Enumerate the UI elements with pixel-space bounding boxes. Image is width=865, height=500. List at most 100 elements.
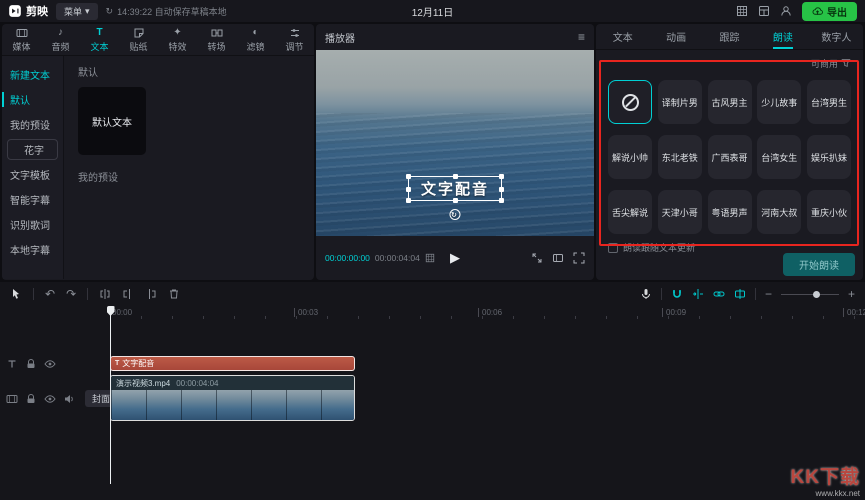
auto-snap-icon[interactable] bbox=[692, 288, 704, 300]
tab-sticker[interactable]: 贴纸 bbox=[119, 24, 158, 55]
preview-axis-icon[interactable] bbox=[734, 288, 746, 300]
undo-icon[interactable]: ↶ bbox=[45, 288, 55, 300]
tab-audio[interactable]: ♪ 音频 bbox=[41, 24, 80, 55]
mute-icon[interactable] bbox=[63, 393, 75, 405]
grid-layout-icon[interactable] bbox=[736, 5, 748, 17]
sidebar-item-local-subtitles[interactable]: 本地字幕 bbox=[2, 237, 63, 262]
sidebar-item-text-templates[interactable]: 文字模板 bbox=[2, 162, 63, 187]
select-cursor-icon[interactable] bbox=[10, 288, 22, 300]
playhead[interactable] bbox=[110, 306, 111, 484]
user-icon[interactable] bbox=[780, 5, 792, 17]
fullscreen-icon[interactable] bbox=[573, 252, 585, 264]
tab-transition[interactable]: 转场 bbox=[197, 24, 236, 55]
trim-right-icon[interactable] bbox=[145, 288, 157, 300]
voice-tile-none[interactable] bbox=[608, 80, 652, 124]
selection-handle[interactable] bbox=[499, 174, 505, 179]
linkage-icon[interactable] bbox=[713, 288, 725, 300]
commercial-filter[interactable]: 可商用 bbox=[596, 54, 863, 72]
track-area: T 文字配音 封面 演示视频3.mp4 00:00:04:04 bbox=[0, 322, 865, 500]
rotate-handle-icon[interactable]: ↻ bbox=[449, 209, 461, 220]
voice-tile[interactable]: 解说小帅 bbox=[608, 135, 652, 179]
selection-handle[interactable] bbox=[405, 198, 411, 203]
voice-tile[interactable]: 舌尖解说 bbox=[608, 190, 652, 234]
voice-tile[interactable]: 河南大叔 bbox=[757, 190, 802, 234]
selection-handle[interactable] bbox=[452, 198, 458, 203]
sidebar-item-smart-captions[interactable]: 智能字幕 bbox=[2, 187, 63, 212]
panels-layout-icon[interactable] bbox=[758, 5, 770, 17]
voice-tile[interactable]: 广西表哥 bbox=[707, 135, 752, 179]
frame-grid-icon[interactable] bbox=[425, 253, 435, 263]
tab-tracking[interactable]: 跟踪 bbox=[703, 24, 756, 49]
lock-icon[interactable] bbox=[25, 393, 37, 405]
zoom-in-icon[interactable]: + bbox=[848, 288, 855, 300]
timeline-toolbar: ↶ ↷ − + bbox=[0, 282, 865, 306]
player-menu-icon[interactable]: ≡ bbox=[578, 30, 585, 44]
timeline-zoom-slider[interactable] bbox=[780, 289, 839, 299]
trim-left-icon[interactable] bbox=[122, 288, 134, 300]
filter-icon: ◐ bbox=[252, 26, 259, 38]
selection-handle[interactable] bbox=[499, 186, 505, 192]
split-icon[interactable] bbox=[99, 288, 111, 300]
text-clip[interactable]: T 文字配音 bbox=[110, 356, 355, 371]
voice-tile[interactable]: 娱乐扒妹 bbox=[807, 135, 851, 179]
slider-knob[interactable] bbox=[812, 290, 820, 298]
sidebar-item-lyrics-recognition[interactable]: 识别歌词 bbox=[2, 212, 63, 237]
ruler-label: 00:09 bbox=[662, 308, 686, 317]
sidebar-item-my-presets[interactable]: 我的预设 bbox=[2, 112, 63, 137]
voice-tile[interactable]: 译制片男 bbox=[657, 80, 702, 124]
eye-icon[interactable] bbox=[44, 393, 56, 405]
tab-adjust[interactable]: 调节 bbox=[275, 24, 314, 55]
follow-text-checkbox[interactable] bbox=[608, 242, 618, 253]
tab-media[interactable]: 媒体 bbox=[2, 24, 41, 55]
video-clip[interactable]: 演示视频3.mp4 00:00:04:04 bbox=[110, 375, 355, 421]
project-title-date: 12月11日 bbox=[411, 7, 454, 19]
default-text-tile[interactable]: 默认文本 bbox=[78, 87, 146, 155]
sidebar-item-fancy-text[interactable]: 花字 bbox=[7, 139, 58, 160]
selection-handle[interactable] bbox=[452, 174, 458, 179]
voice-tile[interactable]: 粤语男声 bbox=[707, 190, 752, 234]
redo-icon[interactable]: ↷ bbox=[66, 288, 76, 300]
tab-filter[interactable]: ◐ 滤镜 bbox=[236, 24, 275, 55]
time-ruler[interactable]: 00:00 00:03 00:06 00:09 00:12 bbox=[0, 306, 865, 322]
voice-tile[interactable]: 古风男主 bbox=[707, 80, 752, 124]
sidebar-item-default[interactable]: 默认 bbox=[2, 87, 63, 112]
prohibition-icon bbox=[621, 93, 639, 111]
sidebar-item-new-text[interactable]: 新建文本 bbox=[2, 62, 63, 87]
cloud-upload-icon bbox=[812, 6, 823, 17]
tab-text[interactable]: T 文本 bbox=[80, 24, 119, 55]
delete-icon[interactable] bbox=[168, 288, 180, 300]
voice-tile[interactable]: 台湾男生 bbox=[807, 80, 851, 124]
voice-tile[interactable]: 天津小哥 bbox=[657, 190, 702, 234]
selection-handle[interactable] bbox=[405, 174, 411, 179]
export-button[interactable]: 导出 bbox=[802, 1, 857, 21]
fit-icon[interactable] bbox=[531, 252, 543, 264]
ratio-icon[interactable] bbox=[552, 252, 564, 264]
play-button[interactable]: ▶ bbox=[450, 250, 460, 266]
selection-handle[interactable] bbox=[405, 186, 411, 192]
voice-tile[interactable]: 重庆小伙 bbox=[807, 190, 851, 234]
record-voiceover-icon[interactable] bbox=[640, 288, 652, 300]
video-clip-label: 演示视频3.mp4 00:00:04:04 bbox=[111, 376, 354, 390]
player-view-tools bbox=[531, 252, 585, 264]
chevron-down-icon: ▾ bbox=[85, 5, 90, 16]
tab-text-props[interactable]: 文本 bbox=[596, 24, 649, 49]
tab-animation[interactable]: 动画 bbox=[649, 24, 702, 49]
tab-effects[interactable]: ✦ 特效 bbox=[158, 24, 197, 55]
voice-name: 娱乐扒妹 bbox=[810, 152, 847, 163]
menu-button[interactable]: 菜单 ▾ bbox=[56, 2, 98, 20]
eye-icon[interactable] bbox=[44, 358, 56, 370]
voice-tile[interactable]: 台湾女生 bbox=[757, 135, 802, 179]
voice-tile[interactable]: 东北老铁 bbox=[657, 135, 702, 179]
commercial-filter-label: 可商用 bbox=[810, 58, 838, 69]
tab-digital-human[interactable]: 数字人 bbox=[810, 24, 863, 49]
text-overlay-selection[interactable]: 文字配音 ↻ bbox=[405, 174, 505, 220]
zoom-out-icon[interactable]: − bbox=[765, 288, 772, 300]
start-reading-button[interactable]: 开始朗读 bbox=[783, 253, 855, 276]
video-preview[interactable]: 文字配音 ↻ bbox=[316, 50, 594, 236]
lock-icon[interactable] bbox=[25, 358, 37, 370]
tab-read-aloud[interactable]: 朗读 bbox=[756, 24, 809, 49]
voice-tile[interactable]: 少儿故事 bbox=[757, 80, 802, 124]
selection-handle[interactable] bbox=[499, 198, 505, 203]
voice-name: 古风男主 bbox=[711, 97, 748, 108]
main-track-magnet-icon[interactable] bbox=[671, 288, 683, 300]
